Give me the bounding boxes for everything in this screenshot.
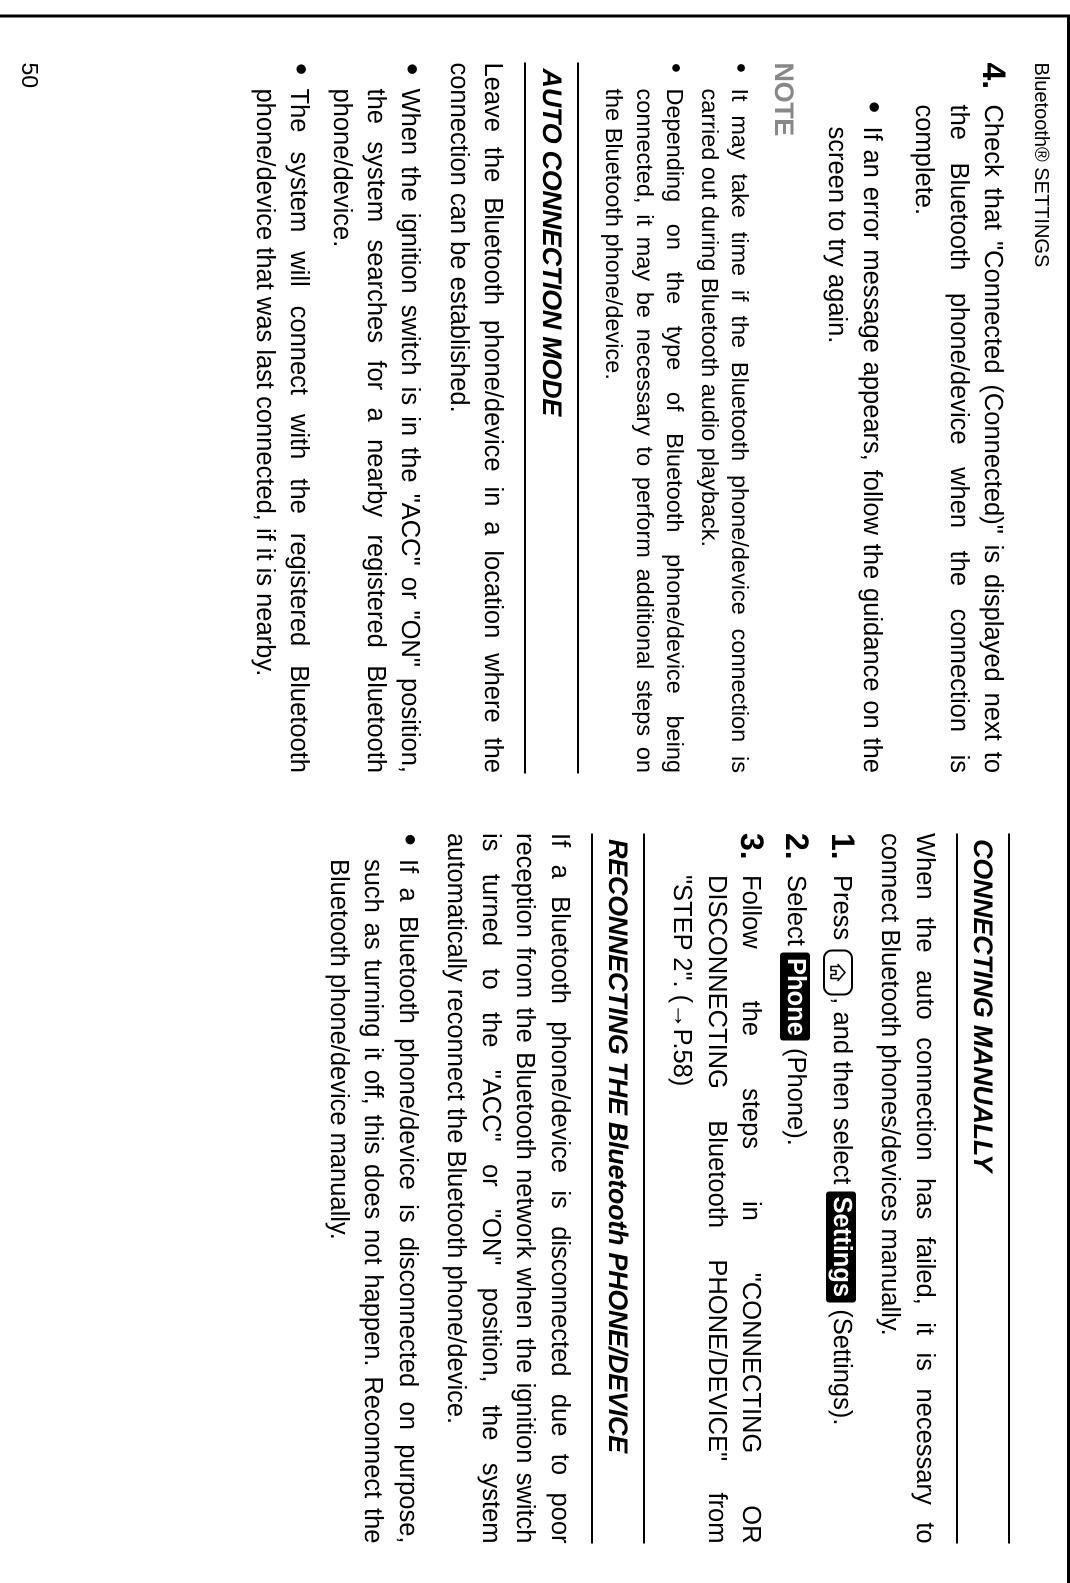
heading-reconnecting: RECONNECTING THE Bluetooth PHONE/DEVICE — [591, 833, 645, 1544]
content-area: 4. Check that "Connected (Connected)" is… — [229, 62, 1010, 1543]
section-header: Bluetooth® SETTINGS — [1029, 62, 1052, 267]
reconnect-bullets: ● If a Bluetooth phone/device is disconn… — [322, 833, 425, 1544]
page-number: 50 — [16, 62, 43, 88]
step-4-number: 4. — [907, 62, 1010, 90]
home-button-icon — [823, 949, 853, 995]
manual-paragraph-1: When the auto connection has failed, it … — [873, 833, 942, 1544]
step-3-number: 3. — [665, 833, 768, 861]
step-2-text: Select Phone (Phone). — [778, 875, 812, 1544]
step-1-number: 1. — [823, 833, 859, 861]
heading-connecting-manually: CONNECTING MANUALLY — [956, 833, 1010, 1544]
page-rule-left — [0, 14, 1070, 17]
step-4-text: Check that "Connected (Connected)" is di… — [907, 104, 1010, 773]
bullet-icon: ● — [820, 100, 889, 116]
note-heading: NOTE — [765, 62, 801, 773]
list-item: ● The system will connect with the regis… — [247, 62, 316, 773]
step-3-text: Follow the steps in "CONNECTING OR DISCO… — [665, 875, 768, 1544]
bullet-icon: ● — [322, 833, 425, 849]
step-2-post: (Phone). — [782, 1047, 810, 1145]
step-3-line-a: Follow the steps in "CONNECTING OR — [734, 875, 768, 1544]
list-item: ● It may take time if the Bluetooth phon… — [694, 62, 755, 773]
step-2-number: 2. — [778, 833, 812, 861]
bullet-text: Depending on the type of Bluetooth phone… — [599, 88, 691, 773]
list-item: ● Depending on the type of Bluetooth pho… — [599, 62, 691, 773]
bullet-icon: ● — [324, 62, 427, 78]
list-item: ● If a Bluetooth phone/device is disconn… — [322, 833, 425, 1544]
bullet-text: If an error message appears, follow the … — [820, 126, 889, 773]
step-1-pre: Press — [828, 875, 856, 940]
list-item: ● If an error message appears, follow th… — [820, 100, 889, 773]
right-column: CONNECTING MANUALLY When the auto connec… — [229, 833, 1010, 1544]
auto-bullets: ● When the ignition switch is in the "AC… — [247, 62, 427, 773]
step-1-post: (Settings). — [828, 1309, 856, 1425]
house-icon — [829, 962, 847, 982]
step-1: 1. Press , and then select Settings (Set… — [823, 833, 859, 1544]
step-1-text: Press , and then select Settings (Settin… — [823, 875, 859, 1544]
phone-label-inverse: Phone — [780, 952, 810, 1040]
settings-label-inverse: Settings — [826, 1191, 856, 1302]
bullet-text: It may take time if the Bluetooth phone/… — [694, 88, 755, 773]
bullet-icon: ● — [663, 62, 690, 78]
step-3-line-b: DISCONNECTING Bluetooth PHONE/DEVICE" fr… — [699, 875, 733, 1544]
step-2: 2. Select Phone (Phone). — [778, 833, 812, 1544]
list-item: ● When the ignition switch is in the "AC… — [324, 62, 427, 773]
step-4-bullets: ● If an error message appears, follow th… — [820, 100, 889, 773]
bullet-icon: ● — [728, 62, 755, 78]
step-4: 4. Check that "Connected (Connected)" is… — [907, 62, 1010, 773]
step-3: 3. Follow the steps in "CONNECTING OR DI… — [665, 833, 768, 1544]
note-bullets: ● It may take time if the Bluetooth phon… — [599, 62, 756, 773]
bullet-icon: ● — [247, 62, 316, 78]
bullet-text: If a Bluetooth phone/device is disconnec… — [322, 859, 425, 1544]
step-1-mid: , and then select — [828, 997, 856, 1184]
left-column: 4. Check that "Connected (Connected)" is… — [229, 62, 1010, 773]
step-2-pre: Select — [782, 875, 810, 946]
heading-auto-connection-mode: AUTO CONNECTION MODE — [524, 62, 578, 773]
bullet-text: The system will connect with the registe… — [247, 88, 316, 773]
reconnect-paragraph-1: If a Bluetooth phone/device is disconnec… — [439, 833, 577, 1544]
step-3-line-c: "STEP 2". (→P.58) — [665, 875, 699, 1544]
bullet-text: When the ignition switch is in the "ACC"… — [324, 88, 427, 773]
auto-paragraph-1: Leave the Bluetooth phone/device in a lo… — [441, 62, 510, 773]
